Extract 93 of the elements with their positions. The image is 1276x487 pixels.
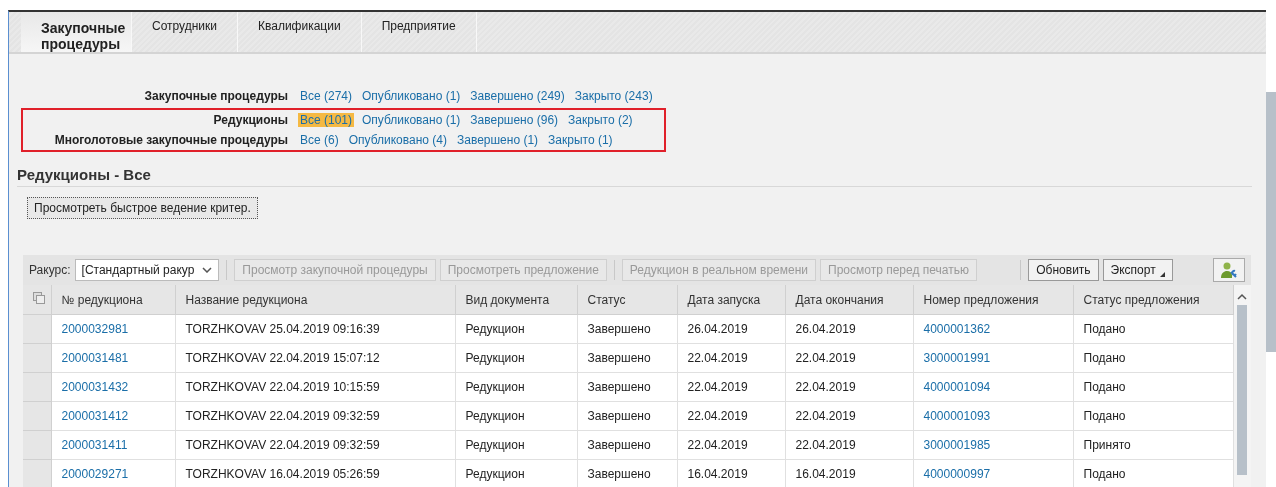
column-header[interactable]: Дата окончания bbox=[785, 285, 913, 315]
column-header[interactable]: Статус bbox=[577, 285, 677, 315]
table-link[interactable]: 2000031481 bbox=[61, 351, 129, 366]
table-cell: 22.04.2019 bbox=[677, 401, 785, 431]
table-cell: Завершено bbox=[577, 459, 677, 487]
table-link[interactable]: 3000001985 bbox=[923, 438, 991, 453]
table-link[interactable]: 4000001093 bbox=[923, 409, 991, 424]
column-header[interactable]: Номер предложения bbox=[913, 285, 1073, 315]
filter-link[interactable]: Все (101) bbox=[298, 113, 355, 128]
column-header[interactable]: Вид документа bbox=[455, 285, 577, 315]
tab[interactable]: Закупочные процедуры bbox=[21, 12, 132, 53]
filter-link[interactable]: Закрыто (1) bbox=[546, 133, 615, 148]
table-cell: Подано bbox=[1073, 372, 1233, 402]
table-link[interactable]: 4000001362 bbox=[923, 322, 991, 337]
table-cell: Подано bbox=[1073, 314, 1233, 344]
table-cell: TORZHKOVAV 22.04.2019 10:15:59 bbox=[175, 372, 455, 402]
filter-link[interactable]: Опубликовано (1) bbox=[360, 89, 463, 104]
table-link[interactable]: 2000031411 bbox=[61, 438, 128, 453]
filter-link[interactable]: Завершено (96) bbox=[468, 113, 561, 128]
row-selector[interactable] bbox=[23, 372, 51, 402]
view-label: Ракурс: bbox=[29, 263, 71, 278]
table-cell: TORZHKOVAV 22.04.2019 15:07:12 bbox=[175, 343, 455, 373]
filter-link[interactable]: Все (274) bbox=[298, 89, 355, 104]
filter-link[interactable]: Завершено (249) bbox=[468, 89, 567, 104]
table-cell: 22.04.2019 bbox=[785, 401, 913, 431]
user-wrench-icon bbox=[1220, 261, 1238, 280]
filter-label: Редукционы bbox=[212, 113, 289, 128]
table-cell: Завершено bbox=[577, 343, 677, 373]
table-link[interactable]: 4000000997 bbox=[923, 467, 991, 482]
table-link[interactable]: 2000031412 bbox=[61, 409, 129, 424]
column-header[interactable]: Дата запуска bbox=[677, 285, 785, 315]
filter-label: Закупочные процедуры bbox=[143, 89, 289, 104]
chevron-down-icon bbox=[202, 267, 213, 274]
filter-link[interactable]: Закрыто (2) bbox=[566, 113, 635, 128]
chevron-up-icon bbox=[1237, 293, 1248, 302]
tab[interactable]: Сотрудники bbox=[132, 12, 238, 53]
row-selector[interactable] bbox=[23, 314, 51, 344]
row-selector[interactable] bbox=[23, 401, 51, 431]
table-cell: 16.04.2019 bbox=[785, 459, 913, 487]
filter-link[interactable]: Завершено (1) bbox=[454, 133, 541, 148]
table-cell: 16.04.2019 bbox=[677, 459, 785, 487]
row-selector[interactable] bbox=[23, 459, 51, 487]
row-selector[interactable] bbox=[23, 343, 51, 373]
section-title: Редукционы - Все bbox=[17, 166, 1252, 188]
table-link[interactable]: 2000029271 bbox=[61, 467, 129, 482]
view-dropdown[interactable]: [Стандартный ракур bbox=[74, 259, 220, 282]
table-cell: Завершено bbox=[577, 372, 677, 402]
filter-link[interactable]: Опубликовано (1) bbox=[360, 113, 463, 128]
table-cell: Редукцион bbox=[455, 314, 577, 344]
table-cell: Завершено bbox=[577, 430, 677, 460]
filter-link[interactable]: Закрыто (243) bbox=[572, 89, 655, 104]
table-cell: TORZHKOVAV 22.04.2019 09:32:59 bbox=[175, 401, 455, 431]
table-cell: TORZHKOVAV 25.04.2019 09:16:39 bbox=[175, 314, 455, 344]
table-cell: TORZHKOVAV 16.04.2019 05:26:59 bbox=[175, 459, 455, 487]
table-cell: Редукцион bbox=[455, 430, 577, 460]
filter-label: Многолотовые закупочные процедуры bbox=[53, 133, 289, 148]
filter-link[interactable]: Опубликовано (4) bbox=[346, 133, 449, 148]
table-cell: Редукцион bbox=[455, 459, 577, 487]
table-cell: Редукцион bbox=[455, 372, 577, 402]
table-cell: Завершено bbox=[577, 314, 677, 344]
table-cell: Принято bbox=[1073, 430, 1233, 460]
table-cell: Подано bbox=[1073, 343, 1233, 373]
table-cell: Редукцион bbox=[455, 343, 577, 373]
table-link[interactable]: 4000001094 bbox=[923, 380, 991, 395]
table-cell: 22.04.2019 bbox=[785, 372, 913, 402]
row-selector[interactable] bbox=[23, 430, 51, 460]
filter-link[interactable]: Все (6) bbox=[298, 133, 341, 148]
table-cell: 22.04.2019 bbox=[677, 430, 785, 460]
table-cell: Редукцион bbox=[455, 401, 577, 431]
table-cell: Завершено bbox=[577, 401, 677, 431]
table-cell: 22.04.2019 bbox=[677, 343, 785, 373]
table-cell: 26.04.2019 bbox=[785, 314, 913, 344]
column-header[interactable]: Статус предложения bbox=[1073, 285, 1233, 315]
table-link[interactable]: 3000001991 bbox=[923, 351, 991, 366]
user-settings-button[interactable] bbox=[1213, 258, 1245, 283]
table-cell: 22.04.2019 bbox=[785, 343, 913, 373]
tab[interactable]: Квалификации bbox=[238, 12, 362, 53]
table-cell: Подано bbox=[1073, 459, 1233, 487]
tab[interactable]: Предприятие bbox=[361, 12, 477, 53]
column-header[interactable]: Название редукциона bbox=[175, 285, 455, 315]
select-all-icon[interactable] bbox=[33, 292, 45, 305]
toolbar-button[interactable]: Экспорт bbox=[1102, 259, 1173, 282]
quick-criteria-button[interactable]: Просмотреть быстрое ведение критер. bbox=[27, 197, 258, 220]
column-header[interactable]: № редукциона bbox=[51, 285, 175, 315]
table-cell: 22.04.2019 bbox=[785, 430, 913, 460]
table-cell: TORZHKOVAV 22.04.2019 09:32:59 bbox=[175, 430, 455, 460]
corner-triangle-icon bbox=[1159, 272, 1165, 278]
toolbar-button[interactable]: Обновить bbox=[1028, 259, 1099, 282]
table-cell: Подано bbox=[1073, 401, 1233, 431]
table-cell: 22.04.2019 bbox=[677, 372, 785, 402]
table-cell: 26.04.2019 bbox=[677, 314, 785, 344]
table-link[interactable]: 2000031432 bbox=[61, 380, 129, 395]
table-link[interactable]: 2000032981 bbox=[61, 322, 129, 337]
